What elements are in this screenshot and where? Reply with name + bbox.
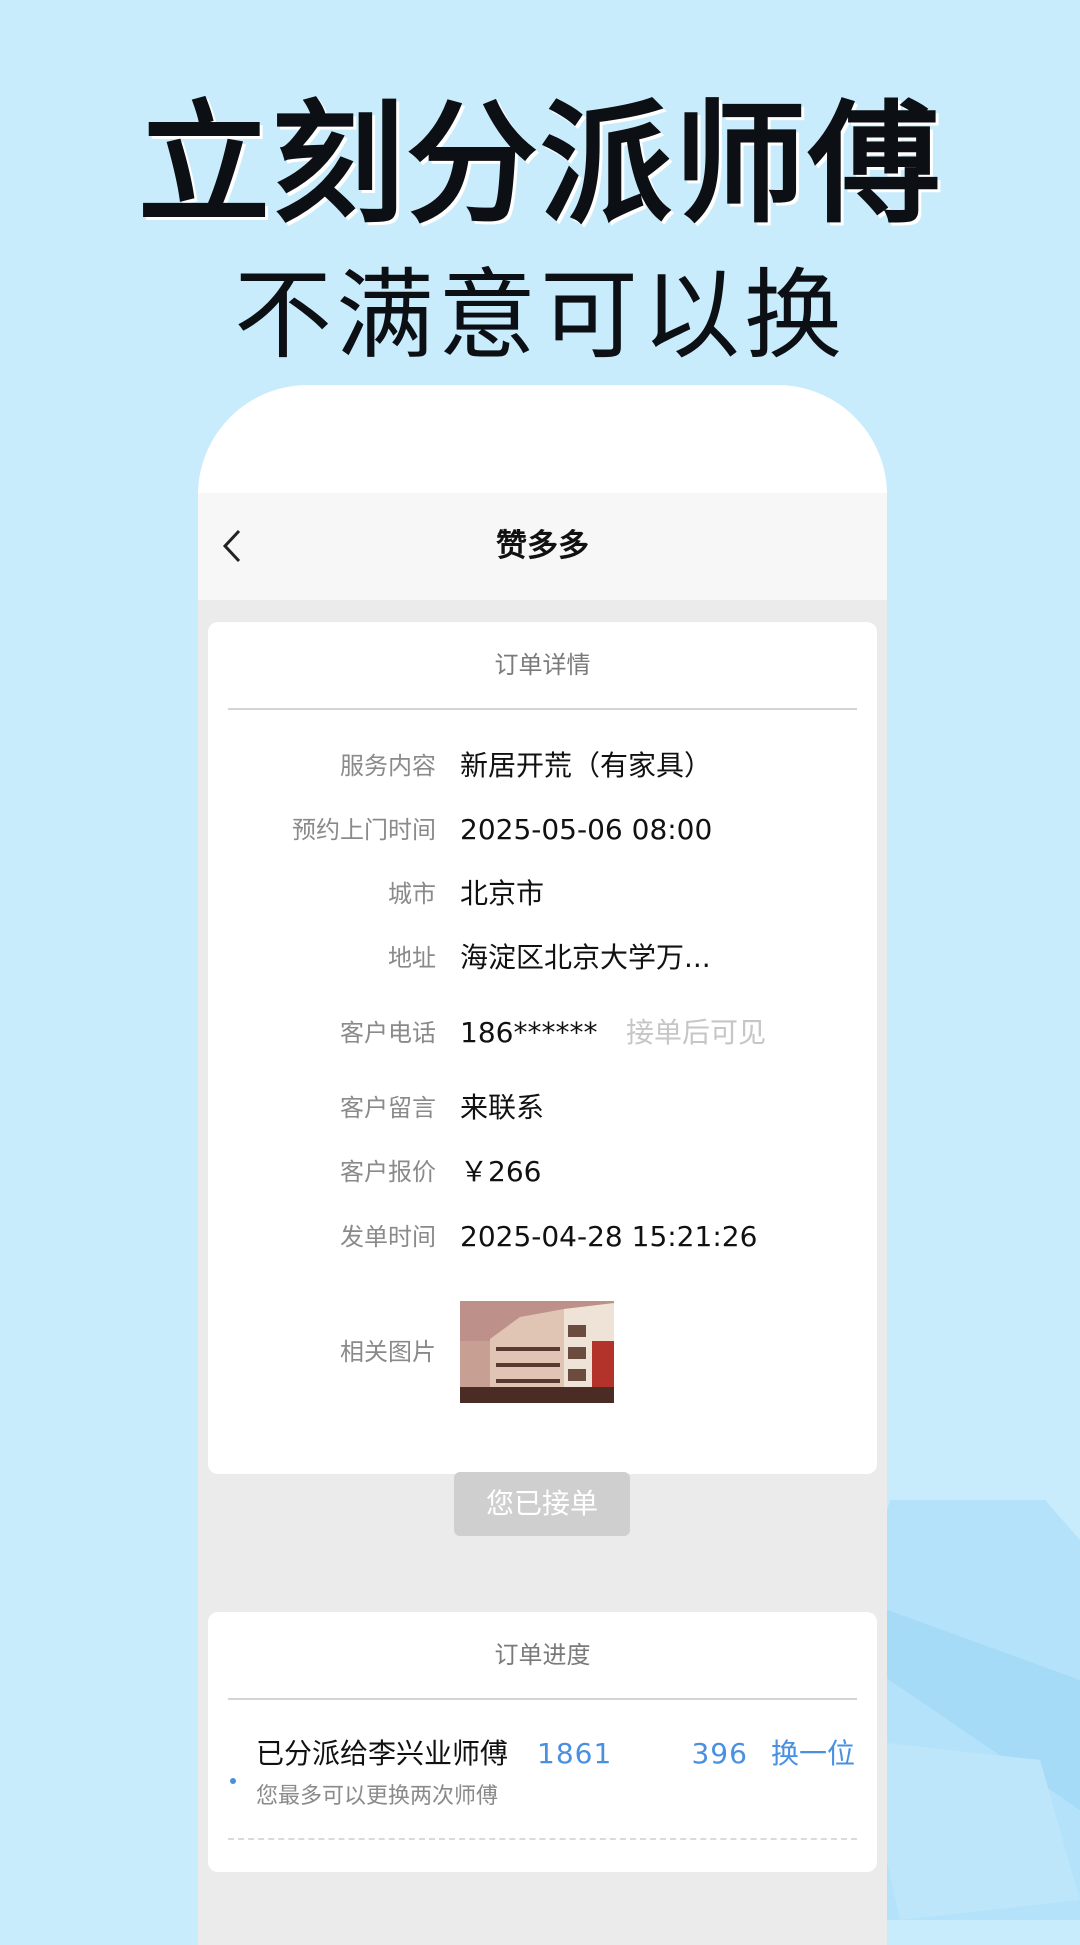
order-progress-header: 订单进度 [494, 1641, 591, 1669]
detail-row-address: 地址 海淀区北京大学万... [208, 936, 877, 980]
accepted-order-button[interactable]: 您已接单 [454, 1472, 630, 1536]
detail-row-customer-message: 客户留言 来联系 [208, 1086, 877, 1130]
row-label: 预约上门时间 [292, 816, 436, 844]
switch-master-button[interactable]: 换一位 [771, 1734, 855, 1774]
phone-visibility-hint: 接单后可见 [626, 1016, 767, 1049]
detail-row-customer-phone: 客户电话 186****** 接单后可见 [208, 1011, 877, 1055]
row-label: 相关图片 [340, 1338, 436, 1366]
detail-row-service: 服务内容 新居开荒（有家具） [208, 744, 877, 788]
detail-row-appointment-time: 预约上门时间 2025-05-06 08:00 [208, 808, 877, 852]
row-label: 城市 [388, 880, 436, 908]
detail-row-order-time: 发单时间 2025-04-28 15:21:26 [208, 1215, 877, 1259]
page-title: 赞多多 [496, 528, 589, 564]
row-label: 客户留言 [340, 1094, 436, 1122]
assigned-master-text: 已分派给李兴业师傅 [256, 1737, 509, 1770]
row-value: 北京市 [460, 877, 545, 910]
row-label: 地址 [388, 944, 436, 972]
row-value: ￥266 [460, 1155, 542, 1188]
master-phone-link[interactable]: 1861 396 [537, 1734, 748, 1774]
row-label: 客户电话 [340, 1019, 436, 1047]
related-image-thumbnail[interactable] [460, 1301, 614, 1403]
background-decoration [860, 1500, 1080, 1920]
row-value: 2025-04-28 15:21:26 [460, 1220, 758, 1253]
detail-row-customer-quote: 客户报价 ￥266 [208, 1150, 877, 1194]
row-label: 客户报价 [340, 1158, 436, 1186]
back-button[interactable] [212, 523, 252, 569]
hero-subtitle: 不满意可以换 [233, 259, 846, 373]
divider [228, 708, 857, 710]
row-value: 2025-05-06 08:00 [460, 813, 713, 846]
chevron-left-icon [222, 529, 241, 563]
phone-frame: 赞多多 订单详情 服务内容 新居开荒（有家具） 预约上门时间 2025-05-0… [198, 385, 887, 1945]
row-label: 服务内容 [340, 752, 436, 780]
navigation-bar: 赞多多 [198, 493, 887, 600]
building-photo [460, 1301, 614, 1403]
hero-title: 立刻分派师傅 [138, 88, 942, 242]
row-value: 来联系 [460, 1091, 545, 1124]
detail-row-related-images: 相关图片 [208, 1301, 877, 1403]
row-value: 海淀区北京大学万... [460, 941, 711, 974]
divider [228, 1698, 857, 1700]
status-bar-area [198, 385, 887, 493]
row-value: 186****** [460, 1016, 598, 1049]
dashed-divider [228, 1838, 857, 1840]
order-progress-card: 订单进度 已分派给李兴业师傅 1861 396 换一位 您最多可以更换两次师傅 [208, 1612, 877, 1872]
switch-limit-note: 您最多可以更换两次师傅 [256, 1784, 499, 1809]
row-label: 发单时间 [340, 1223, 436, 1251]
row-value: 新居开荒（有家具） [460, 749, 713, 782]
detail-row-city: 城市 北京市 [208, 872, 877, 916]
order-details-header: 订单详情 [494, 651, 591, 679]
order-details-card: 订单详情 服务内容 新居开荒（有家具） 预约上门时间 2025-05-06 08… [208, 622, 877, 1536]
progress-dot-icon [230, 1778, 236, 1784]
